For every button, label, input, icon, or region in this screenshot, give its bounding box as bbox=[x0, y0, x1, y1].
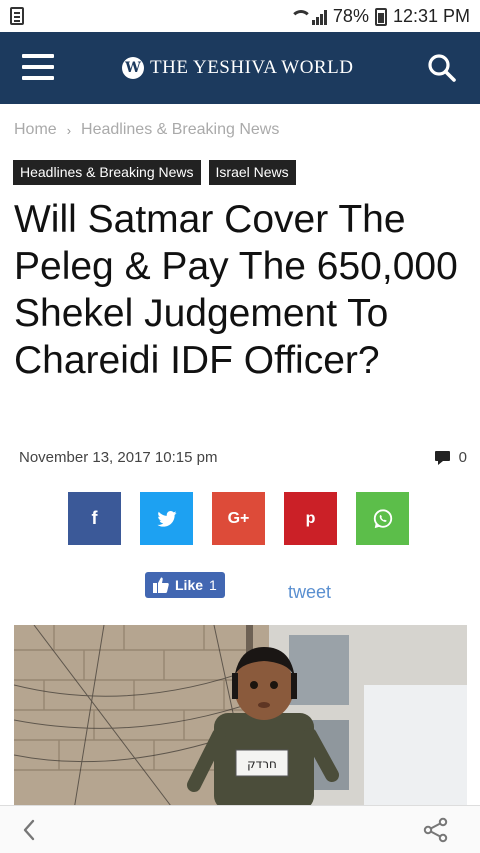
breadcrumb-section[interactable]: Headlines & Breaking News bbox=[81, 121, 279, 139]
comments-link[interactable]: 0 bbox=[434, 449, 467, 466]
googleplus-share-button[interactable]: G+ bbox=[212, 492, 265, 545]
app-root: 78% 12:31 PM W THE YESHIVA WORLD Home › … bbox=[0, 0, 480, 853]
site-name: THE YESHIVA WORLD bbox=[150, 57, 354, 78]
search-icon[interactable] bbox=[426, 52, 458, 84]
share-buttons: f G+ p bbox=[68, 492, 409, 545]
hamburger-icon[interactable] bbox=[22, 54, 54, 80]
thumbs-up-icon bbox=[153, 577, 169, 593]
battery-percent: 78% bbox=[332, 6, 369, 26]
article-meta: November 13, 2017 10:15 pm 0 bbox=[19, 449, 467, 466]
bottom-nav-bar bbox=[0, 805, 480, 853]
back-chevron-icon[interactable] bbox=[18, 818, 42, 842]
whatsapp-share-button[interactable] bbox=[356, 492, 409, 545]
comment-icon bbox=[434, 450, 450, 465]
like-label: Like bbox=[175, 577, 204, 593]
battery-icon bbox=[374, 7, 387, 26]
signal-icon bbox=[311, 9, 327, 25]
site-header: W THE YESHIVA WORLD bbox=[0, 32, 480, 104]
facebook-icon: f bbox=[91, 508, 98, 528]
doll-sign-text: חרדק bbox=[247, 757, 277, 771]
pinterest-share-button[interactable]: p bbox=[284, 492, 337, 545]
like-count: 1 bbox=[209, 577, 217, 593]
clock: 12:31 PM bbox=[392, 6, 470, 26]
breadcrumb-separator: › bbox=[66, 122, 72, 138]
twitter-share-button[interactable] bbox=[140, 492, 193, 545]
wifi-icon bbox=[289, 9, 312, 24]
category-tag-headlines[interactable]: Headlines & Breaking News bbox=[13, 160, 201, 185]
category-tags: Headlines & Breaking News Israel News bbox=[13, 160, 296, 185]
article-date: November 13, 2017 10:15 pm bbox=[19, 449, 218, 466]
comment-count: 0 bbox=[458, 449, 467, 466]
googleplus-icon: G+ bbox=[227, 509, 250, 527]
pinterest-icon: p bbox=[305, 509, 316, 527]
logo-mark-icon: W bbox=[122, 57, 144, 79]
article-hero-image: חרדק bbox=[14, 625, 467, 810]
article-title: Will Satmar Cover The Peleg & Pay The 65… bbox=[14, 198, 458, 382]
breadcrumb: Home › Headlines & Breaking News bbox=[14, 121, 279, 139]
whatsapp-icon bbox=[373, 508, 392, 528]
status-right: 78% 12:31 PM bbox=[289, 6, 470, 27]
share-icon[interactable] bbox=[422, 816, 450, 844]
hero-photo: חרדק bbox=[14, 625, 467, 810]
category-tag-israel-news[interactable]: Israel News bbox=[208, 160, 296, 185]
breadcrumb-home[interactable]: Home bbox=[14, 121, 57, 139]
facebook-share-button[interactable]: f bbox=[68, 492, 121, 545]
status-bar: 78% 12:31 PM bbox=[0, 0, 480, 32]
notification-icon bbox=[10, 7, 24, 25]
tweet-link[interactable]: tweet bbox=[288, 582, 331, 603]
twitter-bird-icon bbox=[156, 510, 177, 527]
facebook-like-button[interactable]: Like 1 bbox=[145, 572, 225, 598]
site-logo[interactable]: W THE YESHIVA WORLD bbox=[122, 57, 353, 79]
